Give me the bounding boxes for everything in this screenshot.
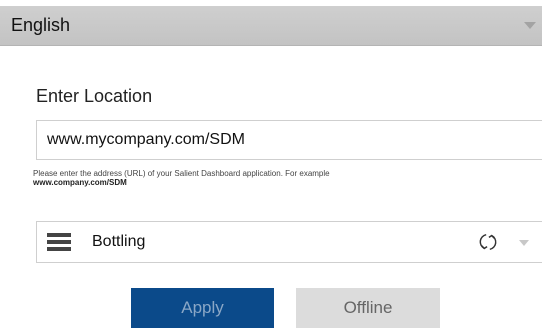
list-icon bbox=[47, 233, 71, 251]
apply-button[interactable]: Apply bbox=[131, 288, 274, 328]
offline-button[interactable]: Offline bbox=[296, 288, 440, 328]
help-description: Please enter the address (URL) of your S… bbox=[33, 169, 330, 178]
help-example: www.company.com/SDM bbox=[33, 178, 127, 187]
chevron-down-icon bbox=[524, 22, 536, 29]
location-title: Enter Location bbox=[36, 86, 153, 106]
language-selector[interactable]: English bbox=[0, 6, 542, 46]
dashboard-selected-label: Bottling bbox=[92, 233, 146, 250]
language-label: English bbox=[11, 15, 71, 35]
location-url-input[interactable] bbox=[36, 120, 542, 160]
chevron-down-icon[interactable] bbox=[519, 240, 529, 246]
location-help-text: Please enter the address (URL) of your S… bbox=[33, 169, 513, 187]
dashboard-select[interactable]: Bottling bbox=[36, 221, 542, 263]
refresh-icon[interactable] bbox=[477, 231, 499, 253]
